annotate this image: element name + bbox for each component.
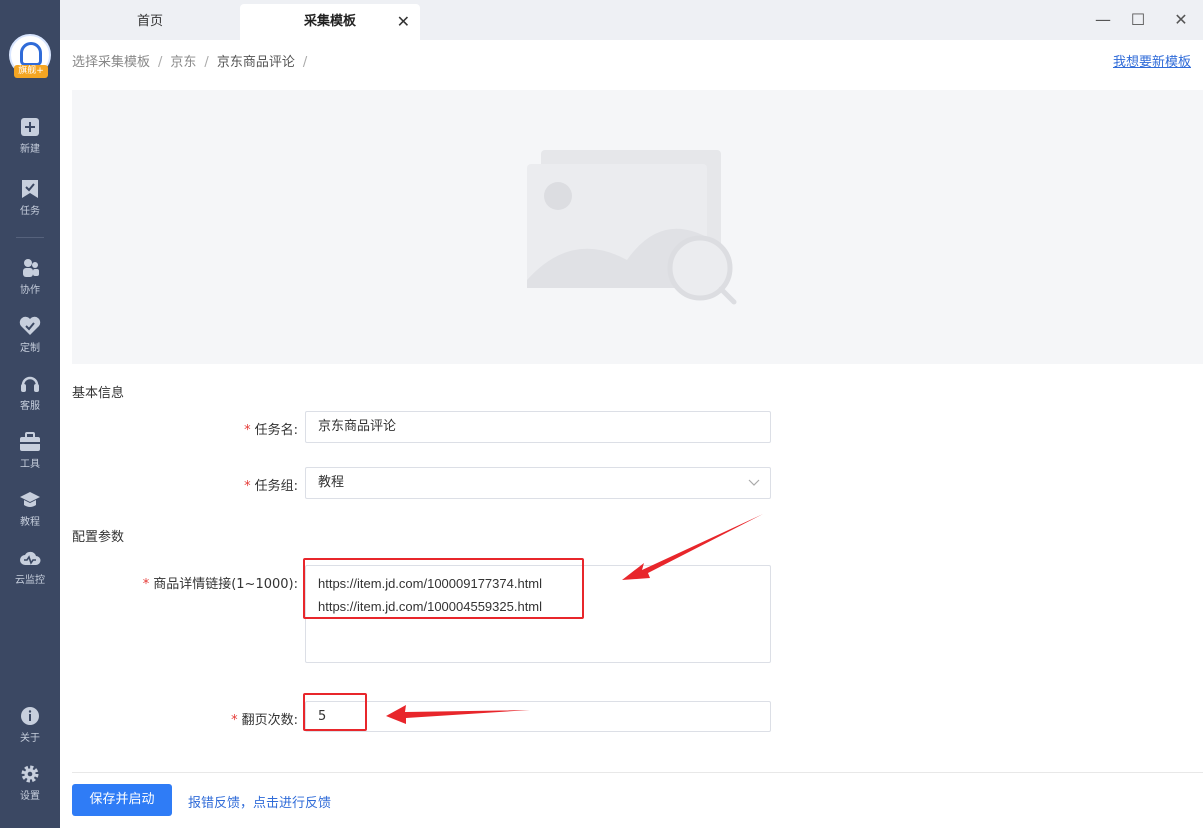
- required-mark: *: [244, 479, 251, 494]
- gear-icon: [21, 765, 39, 783]
- annotation-box-pages: [303, 693, 367, 731]
- sidebar-item-support[interactable]: 客服: [0, 374, 60, 412]
- plus-square-icon: [21, 118, 39, 136]
- cloud-monitor-icon: [20, 551, 41, 565]
- close-tab-icon[interactable]: ✕: [397, 4, 410, 40]
- headset-icon: [21, 376, 39, 392]
- breadcrumb-separator: /: [158, 55, 163, 70]
- sidebar-item-label: 工具: [20, 459, 40, 470]
- sidebar-item-custom[interactable]: 定制: [0, 316, 60, 354]
- sidebar-item-label: 定制: [20, 343, 40, 354]
- maximize-icon[interactable]: ☐: [1128, 10, 1148, 30]
- required-mark: *: [142, 577, 150, 592]
- sidebar-item-label: 任务: [20, 206, 40, 217]
- annotation-box-urls: [303, 558, 584, 619]
- image-placeholder-icon: [527, 150, 737, 305]
- breadcrumb: 选择采集模板 / 京东 / 京东商品评论 /: [72, 51, 315, 70]
- task-group-select[interactable]: 教程: [305, 467, 771, 499]
- breadcrumb-separator: /: [302, 55, 308, 70]
- edition-badge: 旗舰+: [14, 65, 48, 78]
- task-group-label: * 任务组:: [244, 475, 298, 494]
- sidebar-item-about[interactable]: 关于: [0, 706, 60, 744]
- footer-divider: [72, 772, 1203, 773]
- toolbox-icon: [20, 432, 40, 451]
- sidebar-item-label: 关于: [20, 733, 40, 744]
- feedback-link[interactable]: 报错反馈，点击进行反馈: [188, 792, 331, 811]
- task-group-label-text: 任务组:: [254, 479, 298, 494]
- sidebar-item-label: 设置: [20, 791, 40, 802]
- sidebar-item-settings[interactable]: 设置: [0, 764, 60, 802]
- sidebar-divider: [16, 237, 44, 238]
- page-count-label-text: 翻页次数:: [241, 713, 298, 728]
- task-flag-icon: [22, 180, 38, 198]
- required-mark: *: [231, 713, 238, 728]
- task-name-label: * 任务名:: [244, 419, 298, 438]
- sidebar-item-label: 云监控: [15, 575, 45, 586]
- sidebar-item-tutorial[interactable]: 教程: [0, 490, 60, 528]
- info-icon: [21, 707, 39, 725]
- sidebar-item-cloud-monitor[interactable]: 云监控: [0, 548, 60, 586]
- chevron-down-icon: [748, 479, 760, 486]
- request-new-template-link[interactable]: 我想要新模板: [1113, 51, 1191, 70]
- sidebar-item-label: 客服: [20, 401, 40, 412]
- template-preview: [72, 90, 1203, 364]
- section-basic-info: 基本信息: [72, 386, 125, 401]
- task-name-label-text: 任务名:: [254, 423, 298, 438]
- page-count-input[interactable]: 5: [305, 701, 771, 732]
- logo-mascot-icon: [20, 42, 42, 66]
- task-name-input[interactable]: 京东商品评论: [305, 411, 771, 443]
- graduation-cap-icon: [20, 492, 40, 507]
- people-icon: [23, 259, 39, 277]
- required-mark: *: [244, 423, 251, 438]
- sidebar-item-task[interactable]: 任务: [0, 179, 60, 217]
- breadcrumb-current: 京东商品评论: [216, 55, 295, 70]
- sidebar-item-label: 新建: [20, 144, 40, 155]
- sidebar-item-tools[interactable]: 工具: [0, 432, 60, 470]
- tab-home[interactable]: 首页: [60, 4, 240, 40]
- sidebar-item-collab[interactable]: 协作: [0, 258, 60, 296]
- minimize-icon[interactable]: —: [1093, 10, 1113, 30]
- sidebar: 旗舰+ 新建 任务 协作 定制 客服 工具 教程 云监控 关于 设置: [0, 0, 60, 828]
- tab-bar: 首页 采集模板 ✕ — ☐ ✕: [60, 0, 1203, 40]
- product-urls-label: * 商品详情链接(1~1000):: [143, 573, 298, 592]
- page-count-label: * 翻页次数:: [231, 709, 298, 728]
- section-config-params: 配置参数: [72, 530, 125, 545]
- app-logo[interactable]: 旗舰+: [9, 34, 51, 78]
- heart-check-icon: [19, 316, 41, 335]
- save-and-start-button[interactable]: 保存并启动: [72, 784, 172, 816]
- breadcrumb-item[interactable]: 选择采集模板: [72, 55, 150, 70]
- close-window-icon[interactable]: ✕: [1171, 10, 1191, 30]
- task-group-value: 教程: [318, 475, 345, 490]
- sidebar-item-label: 教程: [20, 517, 40, 528]
- sidebar-item-new[interactable]: 新建: [0, 117, 60, 155]
- product-urls-label-text: 商品详情链接(1~1000):: [153, 577, 298, 592]
- tab-label: 采集模板: [303, 14, 356, 29]
- tab-collect-template[interactable]: 采集模板 ✕: [240, 4, 420, 40]
- breadcrumb-item[interactable]: 京东: [170, 55, 196, 70]
- breadcrumb-separator: /: [204, 55, 209, 70]
- sidebar-item-label: 协作: [20, 285, 40, 296]
